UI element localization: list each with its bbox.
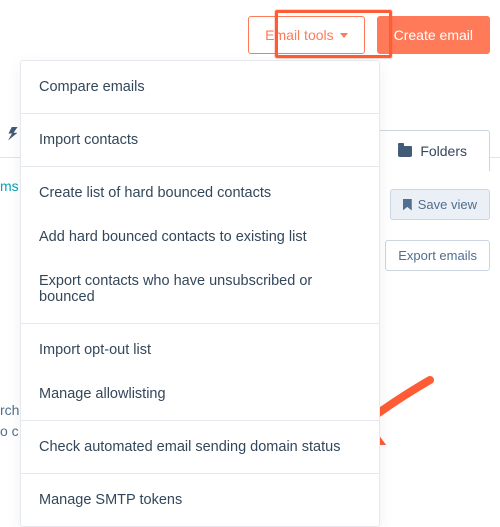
email-tools-label: Email tools [265,27,333,43]
menu-add-hard-bounce-to-list[interactable]: Add hard bounced contacts to existing li… [21,215,379,259]
menu-import-opt-out[interactable]: Import opt-out list [21,328,379,372]
menu-import-contacts[interactable]: Import contacts [21,118,379,162]
chevron-down-icon [340,33,348,38]
helper-text-partial: rch o c [0,400,19,442]
save-view-button[interactable]: Save view [390,189,490,220]
folder-icon [398,146,412,157]
export-emails-button[interactable]: Export emails [385,240,490,271]
menu-create-hard-bounce-list[interactable]: Create list of hard bounced contacts [21,171,379,215]
folders-label: Folders [420,143,467,159]
teams-link-partial[interactable]: ms [0,178,19,194]
menu-compare-emails[interactable]: Compare emails [21,65,379,109]
create-email-button[interactable]: Create email [377,16,490,54]
menu-export-unsub-bounced[interactable]: Export contacts who have unsubscribed or… [21,259,379,319]
save-view-label: Save view [418,197,477,212]
menu-manage-allowlisting[interactable]: Manage allowlisting [21,372,379,416]
email-tools-dropdown-menu: Compare emails Import contacts Create li… [20,60,380,527]
menu-check-domain-status[interactable]: Check automated email sending domain sta… [21,425,379,469]
folders-tab[interactable]: Folders [375,130,490,171]
export-emails-label: Export emails [398,248,477,263]
email-tools-dropdown-button[interactable]: Email tools [248,16,364,54]
menu-manage-smtp-tokens[interactable]: Manage SMTP tokens [21,478,379,522]
create-email-label: Create email [394,27,473,43]
bookmark-icon [403,199,412,211]
lightning-icon [8,127,18,141]
